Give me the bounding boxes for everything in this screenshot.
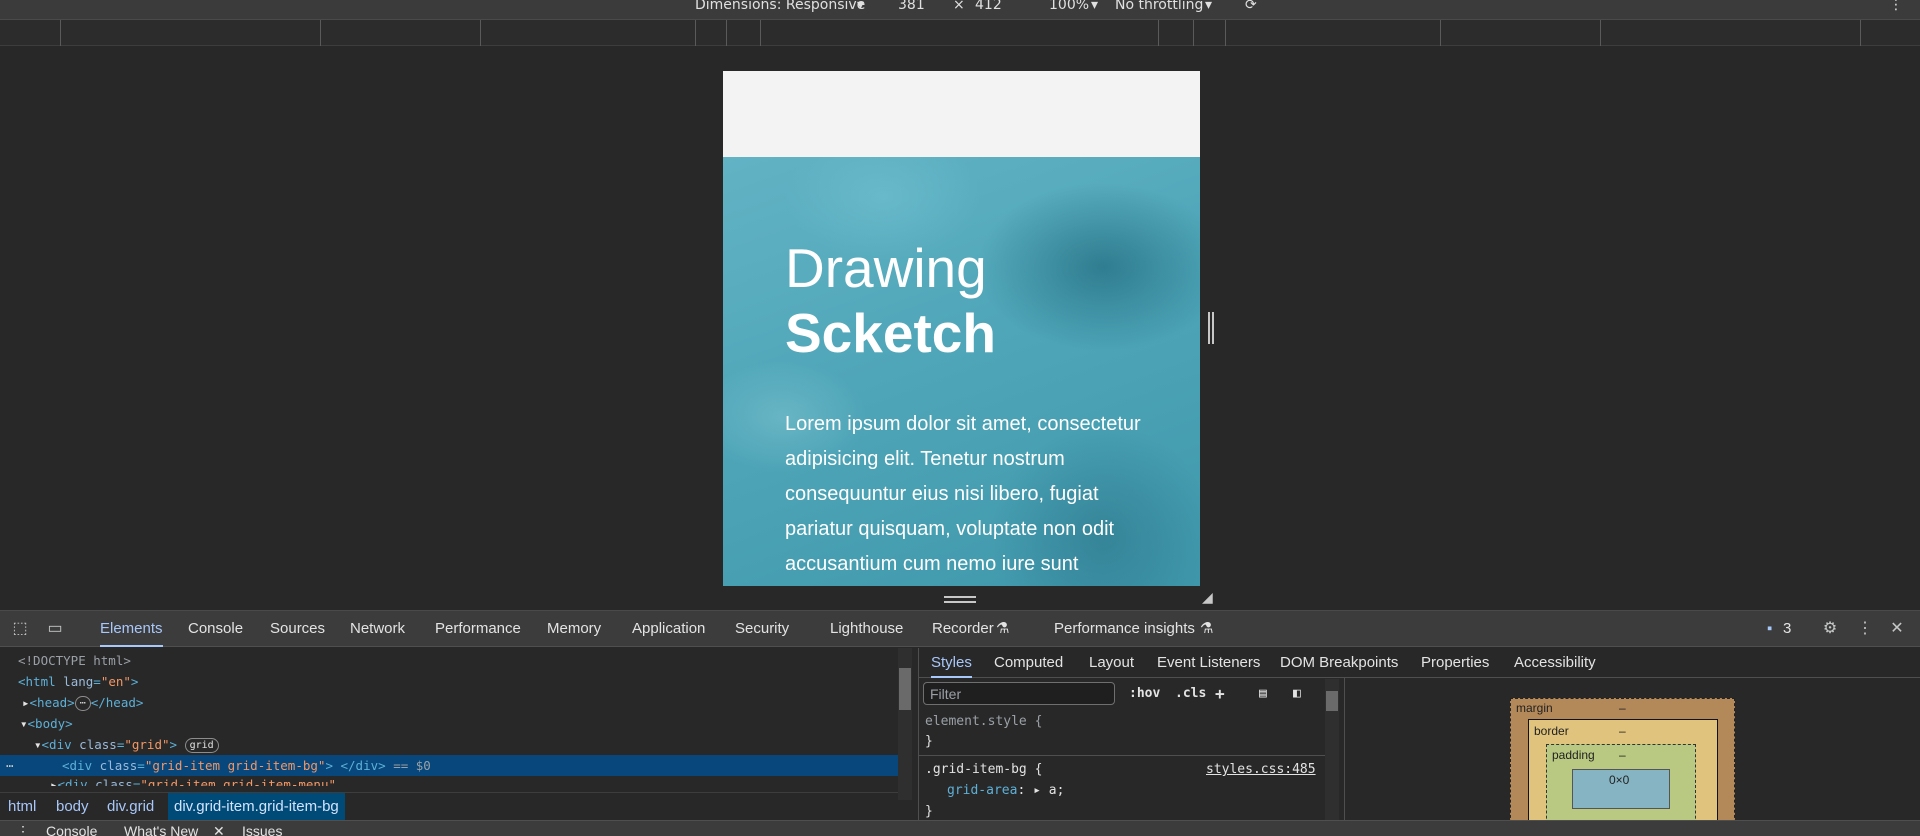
rotate-icon[interactable]: ⟳ — [1245, 0, 1257, 12]
device-toggle-icon[interactable]: ▭ — [46, 620, 64, 638]
tab-security[interactable]: Security — [735, 611, 789, 647]
collapse-arrow-icon[interactable]: ▾ — [20, 716, 28, 731]
chevron-down-icon: ▾ — [1205, 0, 1213, 13]
dom-line-html[interactable]: <html lang="en"> — [0, 671, 898, 692]
drawer-tab-console[interactable]: Console — [46, 823, 97, 836]
hov-toggle[interactable]: :hov — [1129, 684, 1160, 704]
ellipsis-icon[interactable]: ⋯ — [6, 755, 14, 776]
hero-paragraph: Lorem ipsum dolor sit amet, consectetur … — [785, 413, 1141, 575]
dom-tree: <!DOCTYPE html> <html lang="en"> ▸<head>… — [0, 648, 912, 800]
rule-source-link[interactable]: styles.css:485 — [1206, 759, 1316, 780]
styles-toolbar: :hov .cls + ▤ ◧ — [919, 679, 1329, 707]
box-model-diagram: margin – border – padding – 0×0 — [1344, 678, 1900, 820]
styles-scrollbar[interactable] — [1325, 679, 1339, 820]
dom-scrollbar[interactable] — [898, 648, 912, 800]
device-toolbar: Dimensions: Responsive ▾ 381 × 412 100% … — [0, 0, 1920, 20]
more-options-icon[interactable]: ⋮ — [1889, 0, 1903, 12]
collapse-arrow-icon[interactable]: ▾ — [34, 737, 42, 752]
more-options-icon[interactable]: ⋮ — [1856, 620, 1874, 638]
add-rule-icon[interactable]: + — [1215, 684, 1225, 704]
close-icon[interactable]: ✕ — [213, 823, 225, 836]
tab-performance[interactable]: Performance — [435, 611, 521, 647]
breadcrumb-selected[interactable]: div.grid-item.grid-item-bg — [168, 793, 345, 820]
throttling-dropdown[interactable]: No throttling — [1115, 0, 1203, 12]
styles-pane: Styles Computed Layout Event Listeners D… — [918, 648, 1920, 820]
flask-icon: ⚗ — [1200, 620, 1214, 637]
box-content[interactable]: 0×0 — [1572, 769, 1670, 809]
cls-toggle[interactable]: .cls — [1175, 684, 1206, 704]
hero-title-line2: Scketch — [785, 302, 996, 364]
expand-arrow-icon[interactable]: ▸ — [50, 777, 58, 786]
dom-line-body[interactable]: ▾<body> — [0, 713, 898, 734]
breadcrumb-div-grid[interactable]: div.grid — [101, 793, 160, 820]
hero-title-line1: Drawing — [785, 237, 987, 299]
styles-subtabs: Styles Computed Layout Event Listeners D… — [919, 648, 1920, 678]
dom-line-doctype[interactable]: <!DOCTYPE html> — [0, 650, 898, 671]
styles-filter-input[interactable] — [923, 682, 1115, 705]
drawer-tab-issues[interactable]: Issues — [242, 823, 282, 836]
drawer-tabbar: ⋮ Console What's New ✕ Issues — [0, 820, 1920, 836]
tab-performance-insights[interactable]: Performance insights — [1054, 611, 1195, 647]
tab-event-listeners[interactable]: Event Listeners — [1157, 648, 1260, 678]
rule-close: } — [925, 804, 933, 819]
tab-recorder[interactable]: Recorder — [932, 611, 994, 647]
dom-line-head[interactable]: ▸<head> ⋯ </head> — [0, 692, 898, 713]
expand-arrow-icon[interactable]: ▸ — [22, 695, 30, 710]
tab-memory[interactable]: Memory — [547, 611, 601, 647]
drawer-menu-icon[interactable]: ⋮ — [16, 823, 30, 836]
tab-console[interactable]: Console — [188, 611, 243, 647]
dom-line-selected[interactable]: ⋯ <div class="grid-item grid-item-bg"> </… — [0, 755, 898, 776]
element-style-close: } — [925, 734, 933, 749]
breadcrumb-body[interactable]: body — [50, 793, 95, 820]
chevron-down-icon: ▾ — [1091, 0, 1099, 13]
breadcrumb: html body div.grid div.grid-item.grid-it… — [0, 792, 898, 820]
devtools-panel: ⬚ ▭ Elements Console Sources Network Per… — [0, 610, 1920, 836]
tab-layout[interactable]: Layout — [1089, 648, 1134, 678]
tab-accessibility[interactable]: Accessibility — [1514, 648, 1596, 678]
tab-dom-breakpoints[interactable]: DOM Breakpoints — [1280, 648, 1398, 678]
hero-section: Drawing Scketch Lorem ipsum dolor sit am… — [723, 157, 1200, 586]
times-sign: × — [953, 0, 965, 13]
tab-lighthouse[interactable]: Lighthouse — [830, 611, 903, 647]
paint-brush-icon[interactable]: ▤ — [1259, 684, 1267, 704]
rule-declaration[interactable]: grid-area: ▸ a; — [947, 780, 1064, 801]
tab-properties[interactable]: Properties — [1421, 648, 1489, 678]
chevron-down-icon: ▾ — [857, 0, 865, 13]
tab-network[interactable]: Network — [350, 611, 405, 647]
tab-computed[interactable]: Computed — [994, 648, 1063, 678]
inspect-element-icon[interactable]: ⬚ — [11, 620, 29, 638]
breadcrumb-html[interactable]: html — [2, 793, 42, 820]
box-margin[interactable]: margin – border – padding – 0×0 — [1510, 698, 1735, 820]
sidebar-toggle-icon[interactable]: ◧ — [1293, 684, 1301, 704]
grid-badge[interactable]: grid — [184, 738, 219, 753]
tab-application[interactable]: Application — [632, 611, 705, 647]
settings-gear-icon[interactable]: ⚙ — [1821, 620, 1839, 638]
tab-sources[interactable]: Sources — [270, 611, 325, 647]
dimensions-dropdown[interactable]: Dimensions: Responsive — [695, 0, 865, 12]
element-style-selector[interactable]: element.style { — [925, 711, 1042, 732]
box-padding[interactable]: padding – 0×0 — [1546, 744, 1696, 820]
flask-icon: ⚗ — [996, 620, 1010, 637]
tab-elements[interactable]: Elements — [100, 611, 163, 647]
expand-arrow-icon[interactable]: ▸ — [1033, 783, 1041, 798]
box-border[interactable]: border – padding – 0×0 — [1528, 719, 1718, 820]
height-input[interactable]: 412 — [975, 0, 1002, 12]
media-query-ruler[interactable] — [0, 20, 1920, 46]
width-input[interactable]: 381 — [898, 0, 925, 12]
device-viewport: Drawing Scketch Lorem ipsum dolor sit am… — [723, 71, 1200, 586]
zoom-dropdown[interactable]: 100% — [1049, 0, 1089, 12]
tab-styles[interactable]: Styles — [931, 648, 972, 678]
devtools-tabbar: ⬚ ▭ Elements Console Sources Network Per… — [0, 611, 1920, 647]
ellipsis-badge[interactable]: ⋯ — [74, 696, 91, 711]
dom-line-next[interactable]: ▸<div class="grid-item grid-item-menu" — [0, 774, 898, 786]
close-icon[interactable]: ✕ — [1888, 620, 1906, 638]
drawer-tab-whats-new[interactable]: What's New — [124, 823, 198, 836]
resize-corner-icon[interactable]: ◢ — [1202, 590, 1213, 606]
resize-handle-bottom[interactable] — [944, 596, 976, 603]
issues-icon[interactable]: ▪ — [1767, 611, 1772, 647]
issues-count[interactable]: 3 — [1783, 611, 1791, 647]
rule-selector[interactable]: .grid-item-bg { — [925, 759, 1042, 780]
resize-handle-right[interactable] — [1208, 312, 1214, 344]
dom-line-div-grid[interactable]: ▾<div class="grid"> grid — [0, 734, 898, 755]
